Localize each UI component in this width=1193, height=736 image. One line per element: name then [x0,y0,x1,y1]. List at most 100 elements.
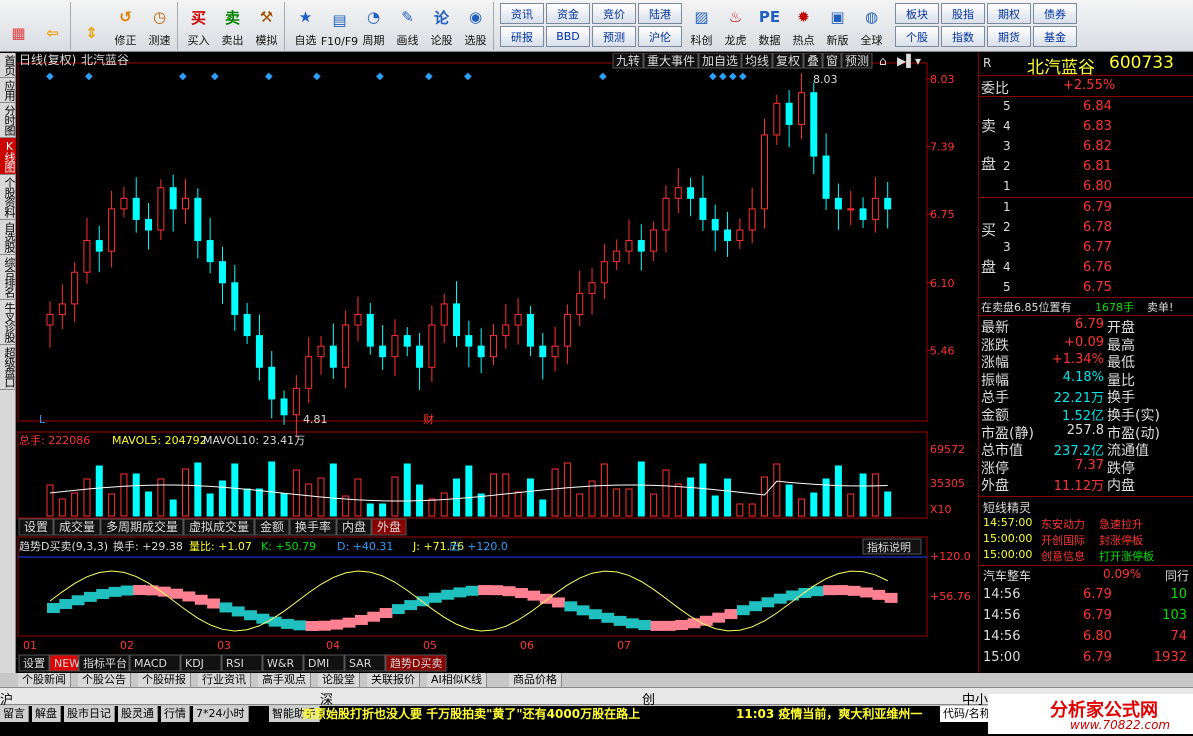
market-button[interactable]: 期货 [987,26,1031,47]
bottom-info-tab[interactable]: 行业资讯 [198,673,251,687]
left-tab-5[interactable]: 自选股 [0,220,16,255]
bottom-info-tab[interactable]: 个股新闻 [18,673,71,687]
market-button[interactable]: 基金 [1033,26,1077,47]
left-tab-2[interactable]: 分时图 [0,103,16,138]
bottom-info-tab[interactable]: 关联报价 [367,673,420,687]
code-search-input[interactable]: 代码/名称 [940,706,994,722]
event-diamond-icon[interactable]: ◆ [85,71,93,82]
left-tab-8[interactable]: 超级盘口 [0,345,16,390]
status-item[interactable]: 股灵通 [118,706,158,722]
bottom-info-tab[interactable]: 个股研报 [138,673,191,687]
indicator-ribbon [527,590,541,601]
event-diamond-icon[interactable]: ◆ [179,71,187,82]
toolbar-button-hot[interactable]: ✹ 热点 [787,2,820,50]
left-tab-4[interactable]: 个股资料 [0,175,16,220]
news-ticker[interactable]: 商原始股打折也没人要 千万股拍卖"黄了"还有4000万股在路上 [302,706,640,722]
volume-bar [760,476,768,517]
status-item[interactable]: 7*24小时 [193,706,249,722]
toolbar-button-buy[interactable]: 买买入 [182,2,215,50]
lock-icon[interactable]: ⌂ [879,54,887,68]
toolbar-button-back-arrow[interactable]: ⇦ [36,2,69,50]
event-diamond-icon[interactable]: ◆ [739,71,747,82]
toolbar-button-label: 修正 [114,34,137,47]
status-item[interactable]: 留言 [0,706,29,722]
dropdown-icon[interactable]: ▾ [915,54,921,68]
pin-icon[interactable]: ▶▌ [897,53,915,68]
left-tab-7[interactable]: 牛叉诊股 [0,300,16,345]
toolbar-button-dragon[interactable]: ♨ 龙虎 [719,2,752,50]
market-button[interactable]: 指数 [941,26,985,47]
chart-tool-label: 九转 [616,53,640,68]
toolbar-button-pencil[interactable]: ✎ 画线 [391,2,424,50]
quick-button[interactable]: 竞价 [592,3,636,24]
news-ticker-2[interactable]: 11:03 疫情当前，爽大利亚维州一 [736,706,922,722]
event-diamond-icon[interactable]: ◆ [599,71,607,82]
quick-button[interactable]: 资讯 [500,3,544,24]
left-tab-0[interactable]: 首页 [0,53,16,78]
quick-button[interactable]: 沪伦 [638,26,682,47]
quick-button[interactable]: BBD [546,26,590,47]
quick-button[interactable]: 资金 [546,3,590,24]
toolbar-button-globe[interactable]: ◍ 全球 [855,2,888,50]
market-button[interactable]: 板块 [895,3,939,24]
toolbar-button-star[interactable]: ★ 自选 [289,2,322,50]
market-button[interactable]: 个股 [895,26,939,47]
toolbar-button-discuss[interactable]: 论论股 [425,2,458,50]
event-diamond-icon[interactable]: ◆ [729,71,737,82]
weibi-value: +2.55% [1063,78,1116,93]
bottom-info-tab[interactable]: AI相似K线 [427,673,487,687]
market-button[interactable]: 期权 [987,3,1031,24]
event-diamond-icon[interactable]: ◆ [265,71,273,82]
volume-bar [871,473,879,517]
status-item[interactable]: 股市日记 [64,706,115,722]
status-item[interactable]: 行情 [161,706,190,722]
toolbar-button-grid[interactable]: ▦ [2,2,35,50]
watermark-url: www.70822.com [1070,718,1171,732]
toolbar-button-period[interactable]: ◔ 周期 [357,2,390,50]
toolbar-button-pe[interactable]: PE 数据 [753,2,786,50]
bottom-info-tab[interactable]: 高手观点 [258,673,311,687]
left-tab-3[interactable]: K线图 [0,138,16,175]
main-toolbar: ▦ ⇦ ⇕ ↺ 修正 ◷ 测速买买入卖卖出 ⚒ 模拟 ★ 自选 ▤ F10/F9 ◔ 周期 ✎ 画线论论股 ◉ 选股… [0,0,1193,52]
event-diamond-icon[interactable]: ◆ [46,71,54,82]
toolbar-button-revise[interactable]: ↺ 修正 [109,2,142,50]
event-diamond-icon[interactable]: ◆ [719,71,727,82]
indicator-tab-label: 设置 [23,657,45,670]
toolbar-button-updown-arrow[interactable]: ⇕ [75,2,108,50]
quick-button[interactable]: 预测 [592,26,636,47]
toolbar-button-label: F10/F9 [320,35,359,48]
volume-bar [108,493,116,517]
toolbar-button-gavel[interactable]: ⚒ 模拟 [250,2,283,50]
market-button[interactable]: 债券 [1033,3,1077,24]
bottom-info-tab[interactable]: 论股堂 [318,673,360,687]
status-item[interactable]: 解盘 [32,706,61,722]
volume-bar [613,488,621,517]
toolbar-button-window[interactable]: ▣ 新版 [821,2,854,50]
event-diamond-icon[interactable]: ◆ [313,71,321,82]
toolbar-button-f10[interactable]: ▤ F10/F9 [320,2,359,50]
price-axis-label: 5.46 [930,344,955,357]
toolbar-button-sell[interactable]: 卖卖出 [216,2,249,50]
event-diamond-icon[interactable]: ◆ [376,71,384,82]
marker-L: L [39,413,46,426]
market-button[interactable]: 股指 [941,3,985,24]
bottom-info-tab[interactable]: 商品价格 [509,673,562,687]
event-diamond-icon[interactable]: ◆ [425,71,433,82]
tick-volume: 10 [1170,587,1187,602]
quick-button[interactable]: 陆港 [638,3,682,24]
volume-bar [797,498,805,517]
event-diamond-icon[interactable]: ◆ [464,71,472,82]
kline-chart-area[interactable]: 日线(复权) 北汽蓝谷 九转 重大事件 加自选 均线 复权叠窗预测 ⌂ ▶▌ ▾ 8.03 7.39 6… [17,52,977,673]
kline-chart-svg[interactable]: 日线(复权) 北汽蓝谷 九转 重大事件 加自选 均线 复权叠窗预测 ⌂ ▶▌ ▾ 8.03 7.39 6… [17,52,977,673]
event-diamond-icon[interactable]: ◆ [709,71,717,82]
toolbar-button-chart[interactable]: ▨ 科创 [685,2,718,50]
toolbar-button-clock[interactable]: ◷ 测速 [143,2,176,50]
stat-value: 257.8 [1066,422,1104,438]
quick-button[interactable]: 研报 [500,26,544,47]
left-tab-1[interactable]: 应用 [0,78,16,103]
left-tab-6[interactable]: 综合排名 [0,255,16,300]
bottom-info-tab[interactable]: 个股公告 [78,673,131,687]
toolbar-button-pick[interactable]: ◉ 选股 [459,2,492,50]
price-axis-label: 6.10 [930,277,955,290]
event-diamond-icon[interactable]: ◆ [211,71,219,82]
